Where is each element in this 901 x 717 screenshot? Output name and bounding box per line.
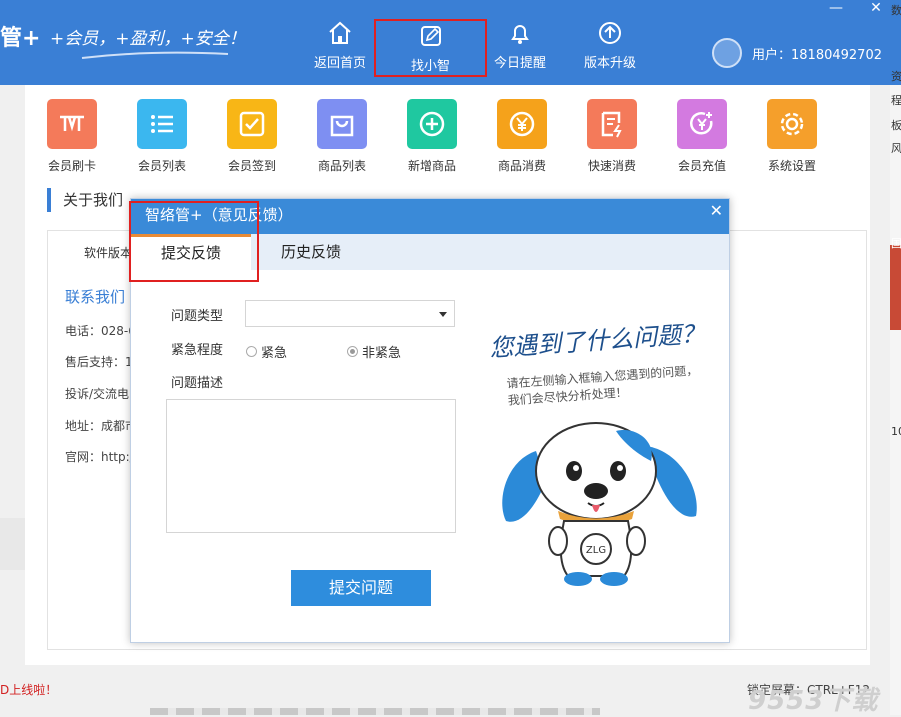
user-phone: 用户：18180492702 [752, 47, 882, 63]
submit-problem-button[interactable]: 提交问题 [291, 570, 431, 606]
slogan: +会员，+盈利，+安全！ [50, 29, 246, 49]
func-label: 新增商品 [407, 159, 456, 173]
close-window-button[interactable]: ✕ [866, 0, 886, 18]
bg-text-6: 国 [891, 237, 901, 250]
func-label: 会员刷卡 [47, 159, 96, 173]
func-member-checkin[interactable]: 会员签到 [212, 99, 292, 174]
func-label: 快速消费 [587, 159, 636, 173]
label-description: 问题描述 [171, 376, 224, 391]
radio-urgent[interactable]: 紧急 [246, 342, 287, 361]
func-quick-consume[interactable]: 快速消费 [572, 99, 652, 174]
gear-icon [767, 99, 817, 149]
func-settings[interactable]: 系统设置 [752, 99, 832, 174]
contact-support: 售后支持：1 [65, 355, 133, 369]
nav-reminder-label: 今日提醒 [493, 56, 546, 71]
about-section-title: 关于我们 [47, 188, 123, 212]
yen-icon [497, 99, 547, 149]
dog-mascot-image: ZLG [502, 422, 697, 586]
nav-home[interactable]: 返回首页 [295, 14, 385, 78]
highlight-submit-tab [129, 201, 259, 282]
contact-address: 地址：成都市 [65, 419, 138, 433]
radio-non-urgent-circle[interactable] [347, 346, 358, 357]
card-icon [47, 99, 97, 149]
radio-urgent-circle[interactable] [246, 346, 257, 357]
description-textarea[interactable] [166, 399, 456, 533]
func-label: 系统设置 [767, 159, 816, 173]
nav-upgrade[interactable]: 版本升级 [565, 14, 655, 78]
contact-phone: 电话：028-6 [65, 324, 136, 338]
app-header: 管+ +会员，+盈利，+安全！ 返回首页 找小智 今日提醒 版本升级 用户：18… [0, 0, 890, 85]
home-icon [329, 21, 351, 44]
quick-bill-icon [587, 99, 637, 149]
minimize-button[interactable]: — [826, 0, 846, 18]
func-member-swipe[interactable]: 会员刷卡 [32, 99, 112, 174]
nav-upgrade-label: 版本升级 [583, 56, 636, 71]
edit-icon [420, 26, 441, 46]
func-product-consume[interactable]: 商品消费 [482, 99, 562, 174]
contact-website[interactable]: 官网：http:/ [65, 448, 134, 465]
label-problem-type: 问题类型 [171, 309, 224, 324]
func-product-list[interactable]: 商品列表 [302, 99, 382, 174]
status-notice: D上线啦！ [0, 683, 58, 697]
radio-urgent-label: 紧急 [261, 346, 288, 361]
user-info[interactable]: 用户：18180492702 [712, 38, 882, 68]
func-member-recharge[interactable]: 会员充值 [662, 99, 742, 174]
bg-text-4: 板 [891, 119, 901, 132]
chevron-down-icon [439, 312, 447, 317]
nav-home-label: 返回首页 [313, 56, 366, 71]
problem-type-select[interactable] [245, 300, 455, 327]
watermark-logo: 9553下载 [748, 686, 879, 716]
bg-text-3: 程 [891, 92, 901, 108]
label-urgency: 紧急程度 [171, 343, 224, 358]
func-label: 会员充值 [677, 159, 726, 173]
bottom-blurred-text [150, 708, 600, 715]
bg-text-2: 资 [891, 70, 901, 83]
bg-text-1: 数 [891, 4, 901, 17]
dialog-close-button[interactable]: ✕ [710, 203, 723, 219]
bg-text-7: 10 [891, 425, 901, 438]
list-icon [137, 99, 187, 149]
upload-icon [599, 22, 621, 44]
func-label: 商品列表 [317, 159, 366, 173]
func-member-list[interactable]: 会员列表 [122, 99, 202, 174]
prompt-subtext: 请在左侧输入框输入您遇到的问题， 我们会尽快分析处理！ [506, 362, 700, 409]
checkin-icon [227, 99, 277, 149]
left-trim [0, 518, 25, 570]
contact-title: 联系我们 [65, 288, 126, 306]
bag-icon [317, 99, 367, 149]
mascot-badge-text: ZLG [586, 545, 606, 556]
bg-text-5: 风 [891, 142, 901, 155]
radio-non-urgent-label: 非紧急 [362, 346, 402, 361]
avatar[interactable] [712, 38, 742, 68]
radio-non-urgent[interactable]: 非紧急 [347, 342, 401, 361]
nav-find-xiaozhi[interactable]: 找小智 [374, 19, 487, 77]
nav-find-label: 找小智 [410, 59, 450, 74]
tab-software-version[interactable]: 软件版本 [84, 244, 132, 261]
nav-reminder[interactable]: 今日提醒 [475, 14, 565, 78]
prompt-heading: 您遇到了什么问题？ [488, 319, 706, 363]
func-label: 会员签到 [227, 159, 276, 173]
recharge-icon [677, 99, 727, 149]
background-window: 数 资 程 板 风 国 10 [890, 0, 901, 715]
tab-history-feedback[interactable]: 历史反馈 [251, 234, 371, 270]
contact-complaint: 投诉/交流电 [65, 387, 130, 401]
brand-logo: 管+ [0, 26, 41, 51]
func-add-product[interactable]: 新增商品 [392, 99, 472, 174]
add-icon [407, 99, 457, 149]
bell-icon [511, 25, 529, 44]
func-label: 商品消费 [497, 159, 546, 173]
bg-red-block [890, 245, 901, 330]
slogan-swoosh [81, 51, 229, 59]
func-label: 会员列表 [137, 159, 186, 173]
